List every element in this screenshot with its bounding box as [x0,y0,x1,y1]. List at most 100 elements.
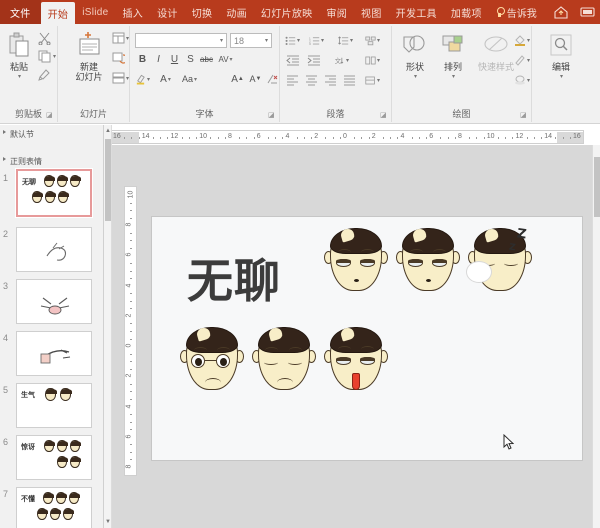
quick-styles-button[interactable]: 快速样式 [474,34,518,72]
slide-panel-scroll-up[interactable]: ▲ [105,126,111,136]
shape-outline-dropdown-arrow[interactable]: ▾ [527,57,530,64]
slide-panel-scroll-down[interactable]: ▼ [105,517,111,527]
slide-thumb-row-5[interactable]: 5 生气 [0,381,103,433]
shape-effects-dropdown-arrow[interactable]: ▾ [527,77,530,84]
main-scroll-thumb[interactable] [594,157,600,217]
face-sleepy-2[interactable] [396,221,460,299]
bullets-dropdown-arrow[interactable]: ▾ [297,37,300,44]
decrease-indent-button[interactable] [285,53,300,67]
copy-dropdown-arrow[interactable]: ▾ [53,53,56,60]
slide-thumbnail-1[interactable]: 无聊 [15,168,93,218]
slide-panel-scroll-thumb[interactable] [105,139,111,221]
convert-smartart-button[interactable]: ▾ [365,73,380,87]
tab-slideshow[interactable]: 幻灯片放映 [254,0,320,24]
tab-transitions[interactable]: 切换 [185,0,220,24]
slide-thumbnail-7[interactable]: 不懂 [16,487,92,528]
tab-developer[interactable]: 开发工具 [389,0,444,24]
shrink-font-button[interactable]: A ▼ [248,72,263,86]
tab-insert[interactable]: 插入 [115,0,150,24]
slide-thumb-row-6[interactable]: 6 惊讶 [0,433,103,485]
layout-dropdown-arrow[interactable]: ▾ [126,35,129,42]
section-button[interactable]: ▾ [112,72,129,84]
face-glasses-frown[interactable] [180,320,244,398]
slide-thumbnail-5[interactable]: 生气 [16,383,92,428]
clear-formatting-button[interactable] [264,72,279,86]
align-right-button[interactable] [323,73,338,87]
justify-button[interactable] [342,73,357,87]
current-slide[interactable]: 无聊 Z Z [151,216,583,461]
editing-dropdown-arrow[interactable]: ▾ [560,72,563,82]
grow-font-button[interactable]: A ▲ [230,72,245,86]
share-icon[interactable] [548,0,574,24]
char-spacing-dropdown-arrow[interactable]: ▾ [230,56,233,63]
copy-button[interactable]: ▾ [38,50,56,63]
bold-button[interactable]: B [135,52,150,66]
slide-thumbnail-6[interactable]: 惊讶 [16,435,92,480]
font-name-input[interactable]: ▾ [135,33,227,48]
smartart-dropdown-arrow[interactable]: ▾ [377,37,380,44]
face-tongue-out[interactable] [324,320,388,398]
slide-canvas-area[interactable]: 无聊 Z Z [112,145,600,528]
smartart-button[interactable]: ▾ [365,33,380,47]
shapes-dropdown-arrow[interactable]: ▾ [414,72,417,82]
slide-layout-button[interactable]: ▾ [112,32,129,44]
text-shadow-button[interactable]: S [183,52,198,66]
paste-button[interactable]: 粘贴 ▾ [4,32,34,82]
section-header-expressions[interactable]: 正则表情 [0,152,103,169]
tab-addins[interactable]: 加载项 [444,0,489,24]
columns-button[interactable]: ▾ [365,53,380,67]
slide-thumb-row-3[interactable]: 3 [0,277,103,329]
main-vertical-scrollbar[interactable] [592,145,600,528]
slide-thumb-row-4[interactable]: 4 [0,329,103,381]
tab-design[interactable]: 设计 [150,0,185,24]
text-highlight-button[interactable]: ▾ [135,72,150,86]
font-size-dropdown-arrow[interactable]: ▾ [265,37,268,44]
font-dialog-launcher[interactable]: ◪ [268,111,276,119]
drawing-dialog-launcher[interactable]: ◪ [520,111,528,119]
vertical-ruler[interactable]: 10 8 6 4 2 0 2 4 6 8 [124,186,137,476]
align-left-button[interactable] [285,73,300,87]
slide-thumbnail-4[interactable] [16,331,92,376]
numbering-button[interactable]: 123 ▾ [309,33,324,47]
convert-smartart-dropdown-arrow[interactable]: ▾ [377,77,380,84]
font-name-dropdown-arrow[interactable]: ▾ [220,37,223,44]
face-sleepy-1[interactable] [324,221,388,299]
slide-thumb-row-1[interactable]: 1 无聊 [0,168,103,225]
line-spacing-dropdown-arrow[interactable]: ▾ [350,37,353,44]
tab-file[interactable]: 文件 [0,0,41,24]
format-painter-button[interactable] [38,68,51,81]
shape-fill-button[interactable]: ▾ [514,34,530,46]
slide-thumb-row-7[interactable]: 7 不懂 [0,485,103,528]
tab-islide[interactable]: iSlide [75,0,115,24]
text-direction-button[interactable]: 文 ▾ [334,53,349,67]
slide-thumbnail-3[interactable] [16,279,92,324]
face-annoyed-frown[interactable] [252,320,316,398]
new-slide-button[interactable]: 新建 幻灯片 [68,32,110,82]
editing-button[interactable]: 编辑 ▾ [544,34,578,82]
font-color-button[interactable]: A ▾ [158,72,173,86]
character-spacing-button[interactable]: AV ▾ [218,52,233,66]
tab-home[interactable]: 开始 [40,2,76,24]
face-asleep-3[interactable]: Z Z [466,221,532,299]
shape-outline-button[interactable]: ▾ [514,54,530,66]
section-header-default[interactable]: 默认节 [0,125,103,142]
align-center-button[interactable] [304,73,319,87]
slide-panel-scrollbar[interactable]: ▲ ▼ [104,125,112,528]
slide-title-text[interactable]: 无聊 [187,245,281,311]
slide-thumbnail-panel[interactable]: 默认节 正则表情 1 无聊 2 3 4 5 生气 6 惊讶 7 不懂 [0,125,104,528]
tab-animations[interactable]: 动画 [219,0,254,24]
increase-indent-button[interactable] [306,53,321,67]
paragraph-dialog-launcher[interactable]: ◪ [380,111,388,119]
numbering-dropdown-arrow[interactable]: ▾ [321,37,324,44]
presentation-icon[interactable] [574,0,600,24]
change-case-dropdown-arrow[interactable]: ▾ [194,76,197,83]
strikethrough-button[interactable]: abc [199,52,214,66]
slide-thumbnail-2[interactable] [16,227,92,272]
underline-button[interactable]: U [167,52,182,66]
italic-button[interactable]: I [151,52,166,66]
tell-me-search[interactable]: 告诉我 [489,0,543,24]
section-collapse-caret-2[interactable] [3,157,6,161]
shape-effects-button[interactable]: ▾ [514,74,530,86]
clipboard-dialog-launcher[interactable]: ◪ [46,111,54,119]
slide-thumb-row-2[interactable]: 2 [0,225,103,277]
